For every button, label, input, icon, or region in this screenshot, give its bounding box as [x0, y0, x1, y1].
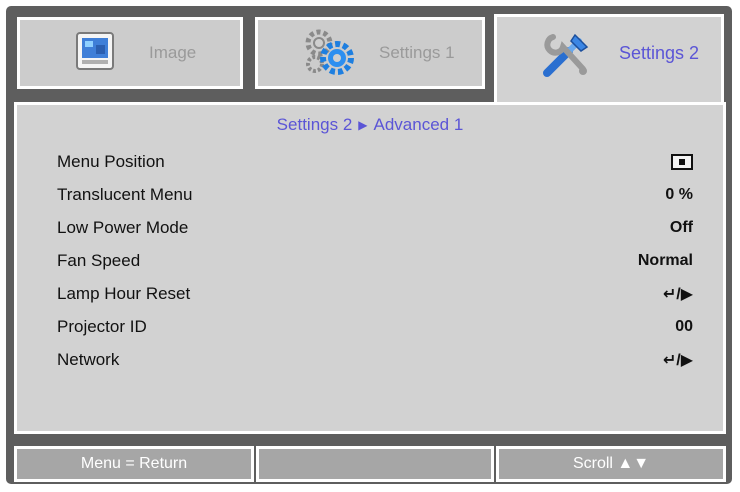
- menu-item-fan-speed[interactable]: Fan Speed Normal: [57, 246, 693, 276]
- breadcrumb-parent: Settings 2: [276, 115, 353, 134]
- menu-item-label: Translucent Menu: [57, 185, 193, 204]
- footer-scroll: Scroll ▲▼: [496, 446, 726, 482]
- menu-item-low-power-mode[interactable]: Low Power Mode Off: [57, 213, 693, 243]
- menu-item-projector-id[interactable]: Projector ID 00: [57, 312, 693, 342]
- osd-frame: Image Settings 1 Settings 2 Settings 2 ▶…: [6, 6, 732, 484]
- menu-position-icon: [671, 154, 693, 170]
- breadcrumb-current: Advanced 1: [373, 115, 464, 134]
- menu-item-label: Projector ID: [57, 317, 147, 336]
- menu-item-network[interactable]: Network ↵/▶: [57, 345, 693, 375]
- footer-menu-return: Menu = Return: [14, 446, 254, 482]
- tools-icon: [539, 29, 593, 88]
- tab-settings-1[interactable]: Settings 1: [252, 14, 488, 92]
- menu-item-value: Off: [669, 219, 693, 236]
- tab-settings-2-label: Settings 2: [619, 43, 700, 63]
- menu-item-label: Menu Position: [57, 152, 165, 171]
- menu-item-label: Fan Speed: [57, 251, 141, 270]
- footer-left-label: Menu = Return: [80, 455, 188, 472]
- enter-arrow-icon: ↵/▶: [662, 352, 693, 369]
- tab-image-label: Image: [149, 43, 197, 62]
- menu-item-value: 00: [675, 318, 693, 335]
- breadcrumb-separator: ▶: [358, 118, 368, 132]
- menu-item-label: Network: [57, 350, 120, 369]
- gears-icon: [301, 26, 357, 81]
- menu-item-menu-position[interactable]: Menu Position: [57, 147, 693, 177]
- enter-arrow-icon: ↵/▶: [662, 286, 693, 303]
- tab-settings-1-label: Settings 1: [379, 43, 455, 62]
- tab-image[interactable]: Image: [14, 14, 246, 92]
- menu-item-translucent-menu[interactable]: Translucent Menu 0 %: [57, 180, 693, 210]
- footer-right-label: Scroll ▲▼: [572, 455, 650, 472]
- menu-item-lamp-hour-reset[interactable]: Lamp Hour Reset ↵/▶: [57, 279, 693, 309]
- menu-item-label: Low Power Mode: [57, 218, 189, 237]
- menu-item-label: Lamp Hour Reset: [57, 284, 191, 303]
- image-icon: [75, 31, 115, 76]
- footer-middle: [256, 446, 494, 482]
- menu-item-value: 0 %: [665, 186, 693, 203]
- menu-item-value: Normal: [637, 252, 693, 269]
- settings-panel: Settings 2 ▶ Advanced 1 Menu Position Tran…: [14, 102, 726, 434]
- breadcrumb: Settings 2 ▶ Advanced 1: [17, 115, 723, 135]
- tab-settings-2[interactable]: Settings 2: [494, 14, 724, 106]
